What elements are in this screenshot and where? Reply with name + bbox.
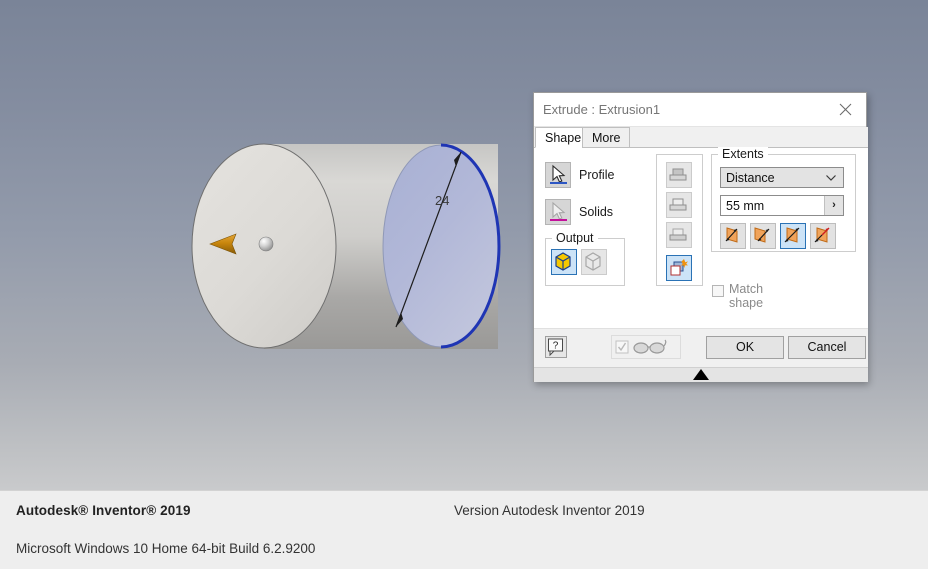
distance-more-button[interactable]: › — [824, 196, 843, 215]
intersect-icon — [669, 228, 687, 241]
direction-symmetric-icon — [784, 227, 800, 243]
cancel-button[interactable]: Cancel — [788, 336, 866, 359]
dialog-title: Extrude : Extrusion1 — [543, 102, 661, 117]
chevron-down-icon — [826, 175, 836, 181]
surface-cube-icon — [585, 252, 601, 271]
sphere-handle-icon — [258, 236, 274, 252]
direction-2-button[interactable] — [750, 223, 776, 249]
cut-icon — [669, 198, 687, 211]
tab-more[interactable]: More — [582, 127, 631, 148]
help-button[interactable]: ? — [545, 336, 567, 358]
dialog-body: Profile Solids Output Extents Distance 5… — [534, 147, 868, 328]
extrude-dialog[interactable]: Extrude : Extrusion1 Shape More Profile … — [533, 92, 868, 382]
preview-toggle[interactable] — [611, 335, 681, 359]
boolean-operations-group — [656, 154, 703, 286]
direction-asymmetric-button[interactable] — [810, 223, 836, 249]
distance-input[interactable]: 55 mm › — [720, 195, 844, 216]
intersect-button[interactable] — [666, 222, 692, 248]
surface-output-button[interactable] — [581, 249, 607, 275]
cut-button[interactable] — [666, 192, 692, 218]
join-icon — [669, 168, 687, 181]
extents-group-label: Extents — [718, 147, 768, 161]
match-shape-checkbox[interactable] — [712, 285, 724, 297]
output-group-label: Output — [552, 231, 598, 245]
ok-button[interactable]: OK — [706, 336, 784, 359]
new-solid-button[interactable] — [666, 255, 692, 281]
solids-label: Solids — [579, 205, 614, 219]
dialog-resize-strip[interactable] — [534, 367, 868, 382]
distance-value: 55 mm — [726, 199, 765, 213]
direction-2-icon — [754, 227, 770, 243]
solids-color-bar — [550, 218, 567, 221]
glasses-icon — [615, 339, 667, 354]
dialog-titlebar[interactable]: Extrude : Extrusion1 — [534, 93, 866, 127]
extents-type-value: Distance — [726, 171, 775, 185]
solid-cube-icon — [555, 252, 571, 271]
operating-system-info: Microsoft Windows 10 Home 64-bit Build 6… — [16, 541, 316, 556]
profile-color-bar — [550, 181, 567, 184]
help-icon: ? — [548, 338, 563, 357]
direction-1-button[interactable] — [720, 223, 746, 249]
direction-1-icon — [725, 227, 738, 243]
about-footer: Autodesk® Inventor® 2019 Version Autodes… — [0, 490, 928, 569]
product-name: Autodesk® Inventor® 2019 — [16, 503, 191, 518]
svg-text:?: ? — [553, 341, 559, 352]
extents-group: Extents Distance 55 mm › — [711, 147, 856, 252]
triangle-up-icon[interactable] — [693, 369, 709, 380]
profile-select-button[interactable] — [545, 162, 571, 188]
new-solid-icon — [670, 259, 688, 276]
direction-symmetric-button[interactable] — [780, 223, 806, 249]
extents-type-select[interactable]: Distance — [720, 167, 844, 188]
solids-select-button[interactable] — [545, 199, 571, 225]
application-window: 24 Extrude : Extrusion1 Shape More Profi… — [0, 0, 928, 569]
dialog-tabs: Shape More — [534, 127, 868, 148]
profile-label: Profile — [579, 168, 615, 182]
dimension-value-label: 24 — [435, 193, 449, 208]
direction-asymmetric-icon — [814, 227, 830, 243]
dialog-footer: ? OK Cancel — [534, 328, 868, 367]
close-button[interactable] — [826, 93, 866, 126]
match-shape-label: Match shape — [729, 282, 764, 310]
solid-output-button[interactable] — [551, 249, 577, 275]
product-version: Version Autodesk Inventor 2019 — [454, 503, 645, 518]
join-button[interactable] — [666, 162, 692, 188]
output-group: Output — [545, 231, 625, 286]
close-icon — [839, 103, 852, 116]
